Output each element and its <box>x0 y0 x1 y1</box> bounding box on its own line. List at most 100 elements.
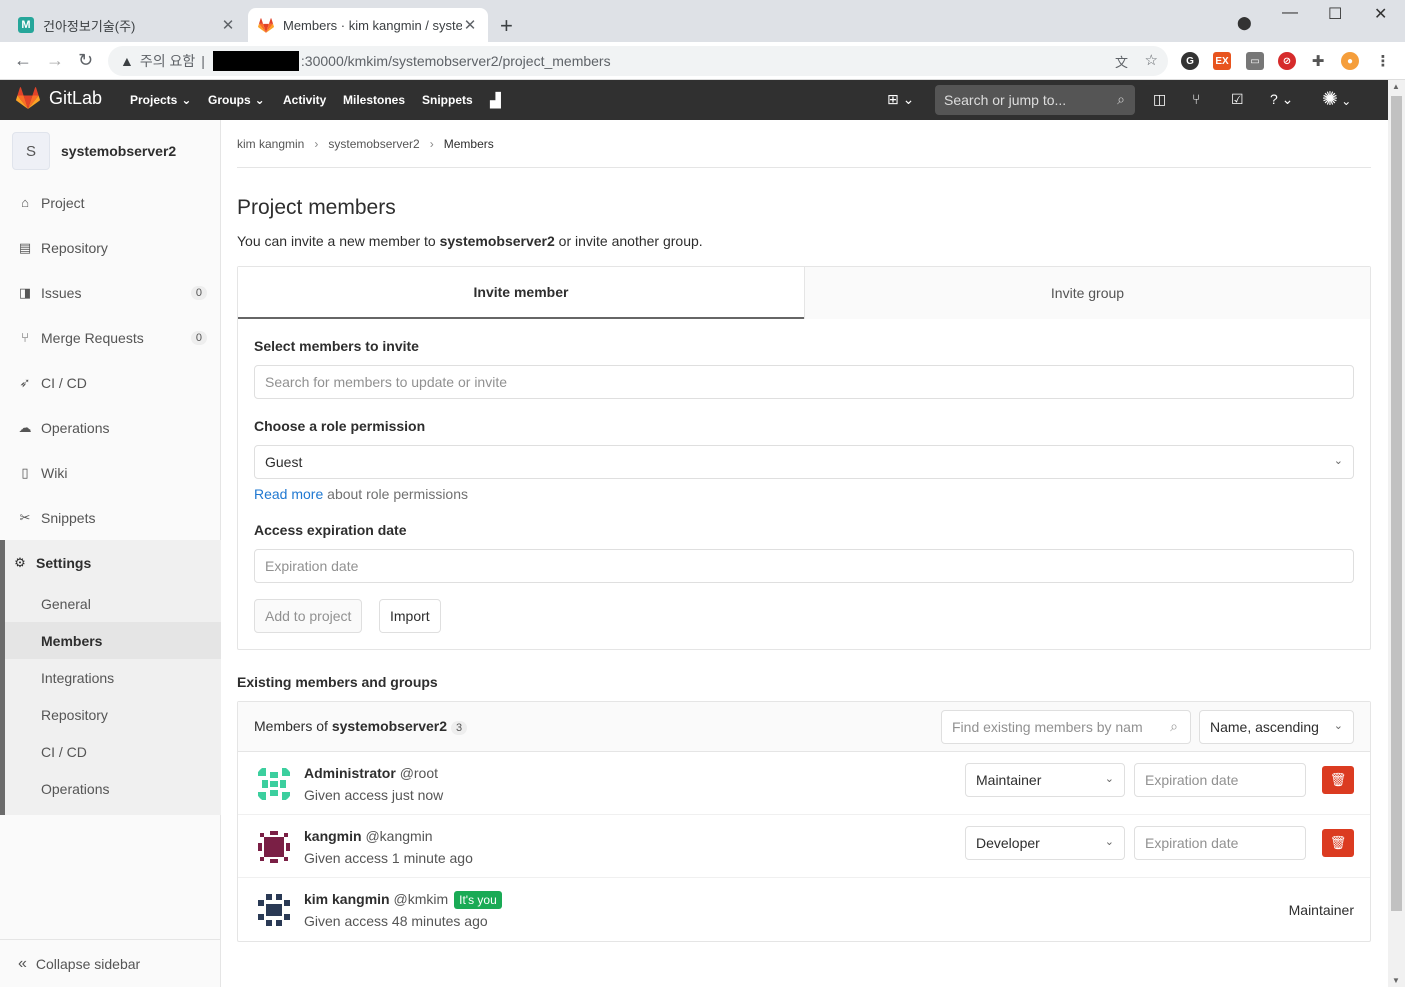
nav-milestones[interactable]: Milestones <box>343 80 405 120</box>
project-avatar: S <box>12 132 50 170</box>
project-header[interactable]: S systemobserver2 <box>12 132 176 170</box>
breadcrumb-link[interactable]: kim kangmin <box>237 137 304 151</box>
settings-sub-members[interactable]: Members <box>5 622 221 659</box>
tab-invite-member[interactable]: Invite member <box>238 267 804 319</box>
reload-icon[interactable]: ↻ <box>78 50 93 71</box>
sidebar-item-cicd[interactable]: ➶ CI / CD <box>0 360 221 405</box>
extension-icon-2[interactable]: EX <box>1213 52 1231 70</box>
profile-dropdown-icon[interactable]: ⬤ <box>1237 15 1252 31</box>
identicon-avatar[interactable] <box>254 764 294 804</box>
chart-icon[interactable]: ▟ <box>490 80 501 120</box>
nav-groups[interactable]: Groups ⌄ <box>208 80 265 120</box>
nav-snippets[interactable]: Snippets <box>422 80 473 120</box>
tab-invite-group[interactable]: Invite group <box>804 267 1370 319</box>
gitlab-logo[interactable]: GitLab <box>16 87 102 109</box>
identicon-avatar[interactable] <box>254 890 294 930</box>
scissors-icon: ✂ <box>19 509 31 525</box>
sidebar-item-settings[interactable]: ⚙ Settings <box>0 540 216 585</box>
close-window-icon[interactable]: ✕ <box>1374 4 1387 24</box>
role-select[interactable]: Guest ⌄ <box>254 445 1354 479</box>
settings-sub-general[interactable]: General <box>5 585 221 622</box>
forward-icon[interactable]: → <box>46 50 64 71</box>
identicon-avatar[interactable] <box>254 827 294 867</box>
minimize-icon[interactable]: — <box>1282 4 1298 22</box>
bookmark-star-icon[interactable]: ☆ <box>1145 51 1158 69</box>
sidebar-item-wiki[interactable]: ▯ Wiki <box>0 450 221 495</box>
expiration-date-input[interactable]: Expiration date <box>254 549 1354 583</box>
member-display-name[interactable]: Administrator <box>304 765 396 781</box>
scroll-down-icon[interactable]: ▼ <box>1392 976 1400 985</box>
browser-tab-1[interactable]: M 건아정보기술(주) ✕ <box>8 8 246 42</box>
settings-sub-repository[interactable]: Repository <box>5 696 221 733</box>
member-expiration-input[interactable]: Expiration date <box>1134 763 1306 797</box>
extension-icon-1[interactable]: G <box>1181 52 1199 70</box>
maximize-icon[interactable]: ☐ <box>1328 4 1342 24</box>
remove-member-button[interactable]: 🗑 <box>1322 766 1354 794</box>
scrollbar-thumb[interactable] <box>1391 96 1402 911</box>
settings-sub-cicd[interactable]: CI / CD <box>5 733 221 770</box>
member-role-select[interactable]: Maintainer ⌄ <box>965 763 1125 797</box>
member-name: kangmin @kangmin <box>304 828 433 844</box>
breadcrumb: kim kangmin › systemobserver2 › Members <box>237 137 494 151</box>
more-icon[interactable]: ⋮ <box>1374 52 1392 70</box>
scroll-up-icon[interactable]: ▲ <box>1392 82 1400 91</box>
settings-sub-integrations[interactable]: Integrations <box>5 659 221 696</box>
member-search-input[interactable]: Search for members to update or invite <box>254 365 1354 399</box>
page-scrollbar[interactable]: ▲ ▼ <box>1388 80 1405 987</box>
url-text: :30000/kmkim/systemobserver2/project_mem… <box>300 53 611 69</box>
member-display-name[interactable]: kangmin <box>304 828 362 844</box>
lead-suffix: or invite another group. <box>554 233 703 249</box>
new-tab-icon[interactable]: + <box>500 13 513 39</box>
avatar-icon[interactable]: ● <box>1341 52 1359 70</box>
sidebar-item-merge-requests[interactable]: ⑂ Merge Requests 0 <box>0 315 221 360</box>
sidebar-item-repository[interactable]: ▤ Repository <box>0 225 221 270</box>
puzzle-icon[interactable]: ✚ <box>1309 52 1327 70</box>
import-button[interactable]: Import <box>379 599 441 633</box>
extension-icon-3[interactable]: ▭ <box>1246 52 1264 70</box>
breadcrumb-link[interactable]: systemobserver2 <box>328 137 419 151</box>
help-icon[interactable]: ? ⌄ <box>1270 91 1293 108</box>
chevron-right-icon: › <box>429 137 434 151</box>
sidebar-item-snippets[interactable]: ✂ Snippets <box>0 495 221 540</box>
sort-dropdown[interactable]: Name, ascending ⌄ <box>1199 710 1354 744</box>
back-icon[interactable]: ← <box>14 50 32 71</box>
sidebar-item-operations[interactable]: ☁ Operations <box>0 405 221 450</box>
remove-member-button[interactable]: 🗑 <box>1322 829 1354 857</box>
member-role-select[interactable]: Developer ⌄ <box>965 826 1125 860</box>
read-more-link[interactable]: Read more <box>254 486 323 502</box>
todo-icon[interactable]: ☑ <box>1231 91 1244 108</box>
translate-icon[interactable]: 文 <box>1115 52 1128 71</box>
nav-projects-label: Projects <box>130 93 178 107</box>
collapse-sidebar-button[interactable]: « Collapse sidebar <box>0 939 221 987</box>
member-expiration-placeholder: Expiration date <box>1145 835 1239 851</box>
add-to-project-button[interactable]: Add to project <box>254 599 363 633</box>
settings-sub-operations[interactable]: Operations <box>5 770 221 807</box>
global-search-input[interactable]: Search or jump to... ⌕ <box>935 85 1135 115</box>
extension-icon-4[interactable]: ⊘ <box>1278 52 1296 70</box>
document-icon: ▤ <box>18 239 32 255</box>
issues-count-badge: 0 <box>190 285 207 300</box>
close-tab-icon[interactable]: ✕ <box>220 16 236 34</box>
address-bar[interactable]: ▲ 주의 요함 | :30000/kmkim/systemobserver2/p… <box>108 46 1168 76</box>
member-display-name[interactable]: kim kangmin <box>304 891 390 907</box>
invite-tabs: Invite member Invite group <box>238 267 1370 319</box>
sidebar-item-project[interactable]: ⌂ Project <box>0 180 221 225</box>
sidebar-toggle-icon[interactable]: ◫ <box>1153 91 1166 108</box>
member-expiration-input[interactable]: Expiration date <box>1134 826 1306 860</box>
nav-projects[interactable]: Projects ⌄ <box>130 80 191 120</box>
browser-tab-2[interactable]: Members · kim kangmin / syste ✕ <box>248 8 488 42</box>
lead-prefix: You can invite a new member to <box>237 233 440 249</box>
chevron-down-icon: ⌄ <box>1333 720 1343 732</box>
close-tab-icon[interactable]: ✕ <box>462 16 478 34</box>
plus-square-icon[interactable]: ⊞ ⌄ <box>887 91 914 108</box>
merge-request-icon[interactable]: ⑂ <box>1192 91 1200 107</box>
nav-activity[interactable]: Activity <box>283 80 326 120</box>
breadcrumb-current[interactable]: Members <box>444 137 494 151</box>
members-panel: Members of systemobserver2 3 Find existin… <box>237 701 1371 942</box>
home-icon: ⌂ <box>21 195 29 210</box>
project-name: systemobserver2 <box>61 143 177 159</box>
find-members-input[interactable]: Find existing members by nam ⌕ <box>941 710 1191 744</box>
member-username: @root <box>399 765 439 781</box>
user-avatar-icon[interactable]: ✺ ⌄ <box>1322 88 1351 111</box>
sidebar-item-issues[interactable]: ◨ Issues 0 <box>0 270 221 315</box>
